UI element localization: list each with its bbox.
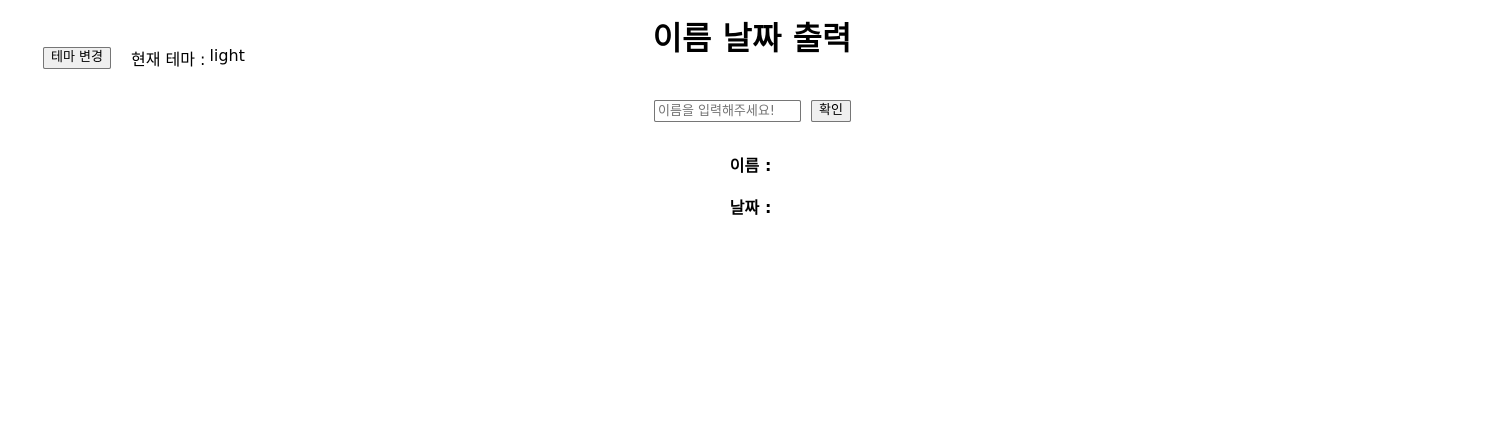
page: 이름 날짜 출력 테마 변경 현재 테마 : light 확인 이름 : 날짜 …: [0, 0, 1505, 434]
current-theme-label: 현재 테마 :: [130, 50, 206, 69]
current-theme-text: 현재 테마 : light: [131, 46, 245, 70]
name-form: 확인: [0, 100, 1505, 122]
name-input[interactable]: [654, 100, 802, 122]
theme-bar: 테마 변경 현재 테마 : light: [43, 46, 245, 70]
name-result: 이름 :: [730, 152, 775, 176]
theme-toggle-button[interactable]: 테마 변경: [43, 47, 111, 69]
name-result-label: 이름 :: [730, 156, 772, 175]
date-result: 날짜 :: [730, 194, 775, 218]
confirm-button[interactable]: 확인: [811, 100, 851, 122]
date-result-label: 날짜 :: [730, 198, 772, 217]
current-theme-value: light: [209, 46, 245, 65]
